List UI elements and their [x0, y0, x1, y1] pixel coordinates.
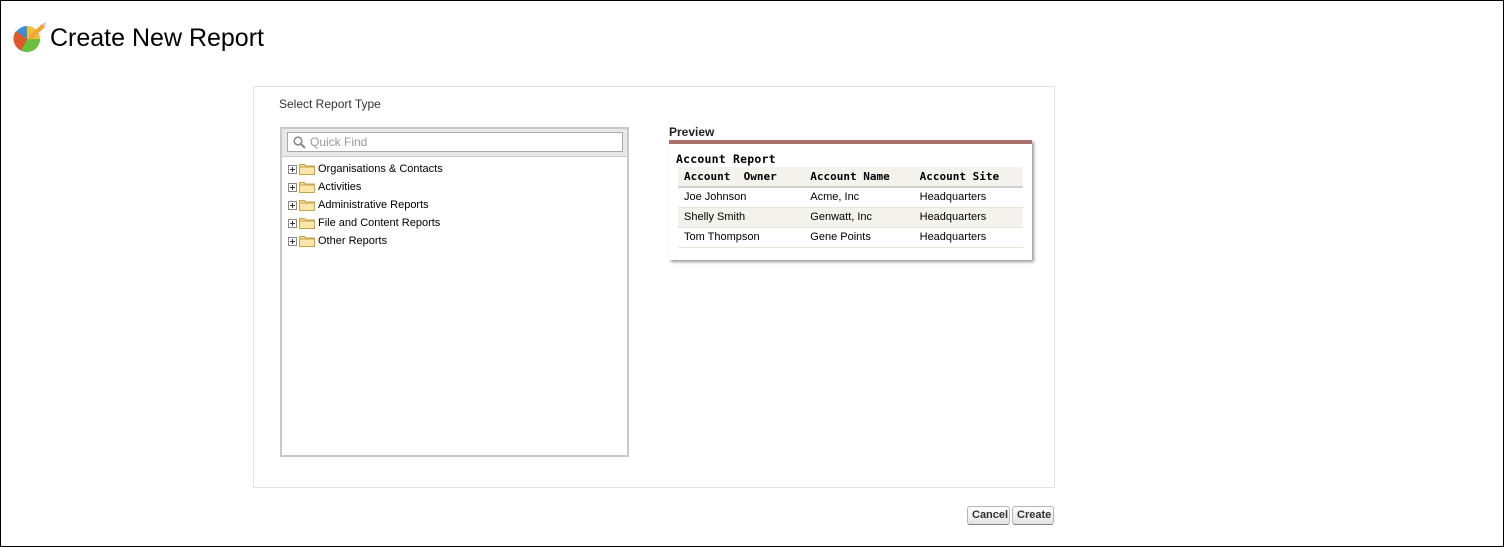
preview-header-row: Account Owner Account Name Account Site: [678, 167, 1023, 188]
expand-plus-icon[interactable]: [288, 182, 297, 192]
page-title: Create New Report: [50, 24, 264, 52]
column-header: Account Site: [913, 167, 1023, 188]
tree-item-organisations-contacts[interactable]: Organisations & Contacts: [288, 160, 443, 178]
quick-find-bar: [282, 129, 627, 157]
section-label: Select Report Type: [279, 97, 381, 111]
tree-item-label: Activities: [318, 181, 362, 193]
table-cell: Acme, Inc: [804, 187, 914, 208]
table-cell: Genwatt, Inc: [804, 207, 914, 228]
expand-plus-icon[interactable]: [288, 236, 297, 246]
tree-item-administrative-reports[interactable]: Administrative Reports: [288, 196, 443, 214]
table-row: Tom Thompson Gene Points Headquarters: [678, 227, 1023, 248]
expand-plus-icon[interactable]: [288, 218, 297, 228]
expand-plus-icon[interactable]: [288, 164, 297, 174]
tree-item-label: Administrative Reports: [318, 199, 429, 211]
search-icon: [293, 136, 306, 149]
folder-icon: [299, 182, 315, 193]
tree-item-file-content-reports[interactable]: File and Content Reports: [288, 214, 443, 232]
create-button[interactable]: Create: [1012, 506, 1054, 525]
quick-find-field[interactable]: [287, 132, 623, 152]
preview-table: Account Owner Account Name Account Site …: [678, 167, 1023, 248]
expand-plus-icon[interactable]: [288, 200, 297, 210]
table-cell: Tom Thompson: [678, 227, 805, 248]
table-cell: Shelly Smith: [678, 207, 805, 228]
preview-label: Preview: [669, 125, 715, 139]
table-cell: Headquarters: [913, 227, 1023, 248]
tree-item-label: File and Content Reports: [318, 217, 441, 229]
tree-item-label: Other Reports: [318, 235, 388, 247]
folder-icon: [299, 164, 315, 175]
tree-item-activities[interactable]: Activities: [288, 178, 443, 196]
preview-card: Account Report Account Owner Account Nam…: [669, 140, 1032, 260]
tree-item-other-reports[interactable]: Other Reports: [288, 232, 443, 250]
quick-find-input[interactable]: [310, 134, 618, 150]
table-cell: Headquarters: [913, 187, 1023, 208]
table-cell: Headquarters: [913, 207, 1023, 228]
column-header: Account Name: [804, 167, 914, 188]
table-cell: Joe Johnson: [678, 187, 805, 208]
table-cell: Gene Points: [804, 227, 914, 248]
folder-icon: [299, 218, 315, 229]
table-row: Shelly Smith Genwatt, Inc Headquarters: [678, 207, 1023, 228]
folder-icon: [299, 200, 315, 211]
table-row: Joe Johnson Acme, Inc Headquarters: [678, 187, 1023, 208]
report-type-panel: Select Report Type Quick Find Organisati…: [253, 86, 1055, 488]
window-frame: Create New Report Select Report Type Qui…: [0, 0, 1504, 547]
cancel-button[interactable]: Cancel: [967, 506, 1010, 525]
preview-report-title: Account Report: [676, 152, 776, 166]
report-chart-icon: [13, 22, 46, 52]
report-type-list: Organisations & Contacts Activities Admi…: [288, 160, 443, 250]
column-header: Account Owner: [678, 167, 805, 188]
tree-item-label: Organisations & Contacts: [318, 163, 443, 175]
report-type-tree: Organisations & Contacts Activities: [280, 127, 629, 457]
folder-icon: [299, 236, 315, 247]
